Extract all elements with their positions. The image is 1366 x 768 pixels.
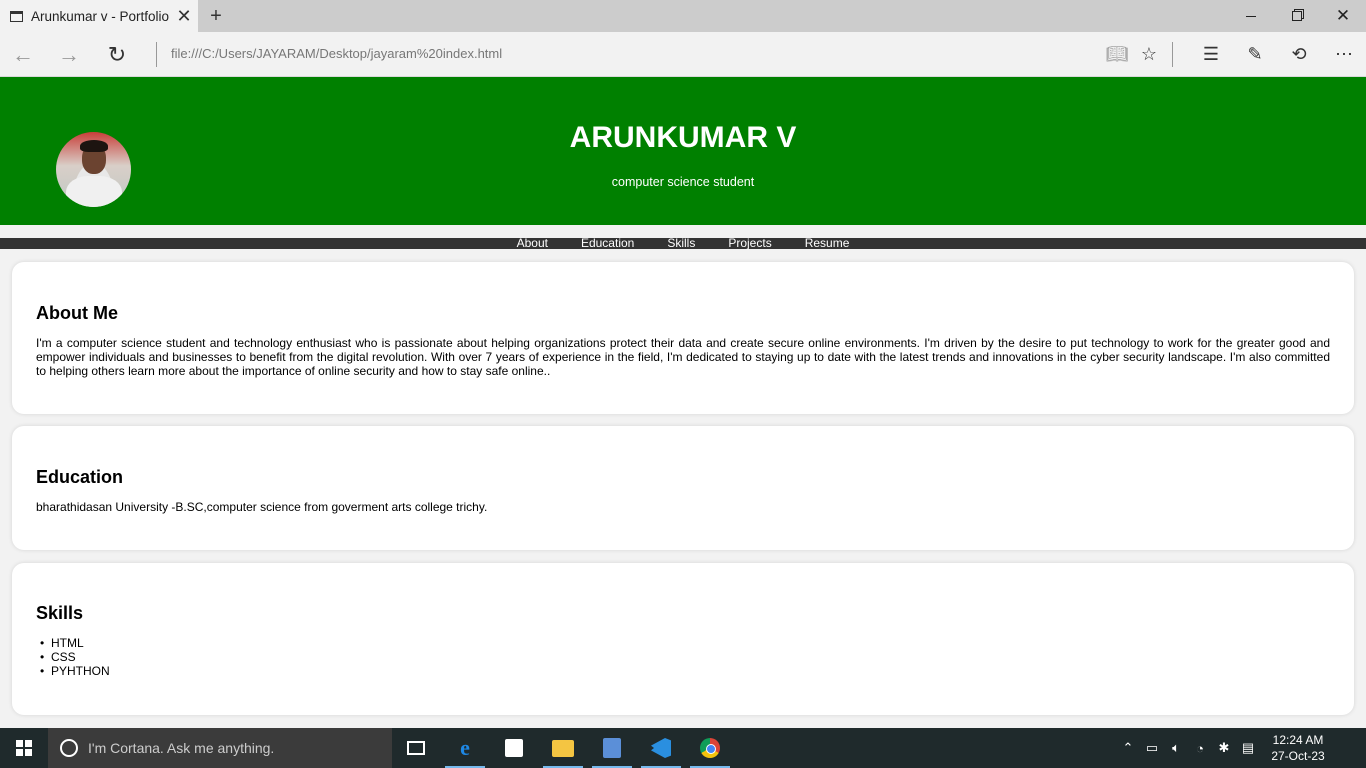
store-icon <box>505 739 523 757</box>
arrow-right-icon: → <box>58 41 80 67</box>
cortana-placeholder: I'm Cortana. Ask me anything. <box>88 740 275 756</box>
about-text: I'm a computer science student and techn… <box>36 336 1330 378</box>
edge-app[interactable]: e <box>441 728 489 768</box>
page-title: ARUNKUMAR V <box>569 121 797 154</box>
clock-date: 27-Oct-23 <box>1271 749 1325 763</box>
clock[interactable]: 12:24 AM 27-Oct-23 <box>1260 732 1336 764</box>
share-button[interactable]: ⟲ <box>1277 32 1321 77</box>
web-note-button[interactable]: ✎ <box>1233 32 1277 77</box>
chrome-app[interactable] <box>686 728 734 768</box>
hub-button[interactable]: ☰ <box>1189 32 1233 77</box>
task-view-button[interactable] <box>392 728 440 768</box>
star-icon: ☆ <box>1140 44 1158 64</box>
nav-resume[interactable]: Resume <box>788 236 866 250</box>
file-explorer-app[interactable] <box>539 728 587 768</box>
vscode-app[interactable] <box>637 728 685 768</box>
favorite-button[interactable]: ☆ <box>1127 32 1171 77</box>
share-icon: ⟲ <box>1291 44 1307 64</box>
divider <box>156 42 157 67</box>
restore-button[interactable] <box>1274 0 1320 32</box>
nav-skills[interactable]: Skills <box>651 236 712 250</box>
more-button[interactable]: ⋯ <box>1322 32 1366 77</box>
browser-tab-bar: Arunkumar v - Portfolio ✕ + ✕ <box>0 0 1366 32</box>
nav-about[interactable]: About <box>500 236 564 250</box>
book-icon: 📖︎ <box>1105 44 1129 64</box>
address-bar: ← → ↻ file:///C:/Users/JAYARAM/Desktop/j… <box>0 32 1366 77</box>
restore-icon <box>1292 11 1302 21</box>
chevron-up-icon[interactable]: ⌃ <box>1116 740 1140 756</box>
store-app[interactable] <box>490 728 538 768</box>
nav-links: About Education Skills Projects Resume <box>0 236 1366 250</box>
skills-heading: Skills <box>36 603 84 623</box>
new-tab-button[interactable]: + <box>200 0 232 32</box>
arrow-left-icon: ← <box>12 41 34 67</box>
cortana-search-box[interactable]: I'm Cortana. Ask me anything. <box>48 728 392 768</box>
url-field[interactable]: file:///C:/Users/JAYARAM/Desktop/jayaram… <box>171 46 502 61</box>
system-tray: ⌃ ▭ 🔈︎ ◔ ✱ ▤ 12:24 AM 27-Oct-23 <box>1116 728 1366 768</box>
edge-icon: e <box>460 735 470 760</box>
skills-list: HTML CSS PYHTHON <box>40 636 110 678</box>
pen-icon: ✎ <box>1247 44 1263 64</box>
forward-button[interactable]: → <box>46 32 92 77</box>
refresh-icon: ↻ <box>107 41 127 67</box>
list-item: PYHTHON <box>40 664 110 678</box>
keyboard-icon[interactable]: ✱ <box>1212 740 1236 756</box>
cortana-icon <box>60 739 78 757</box>
page-subtitle: computer science student <box>611 175 755 189</box>
tab-title: Arunkumar v - Portfolio <box>31 8 170 24</box>
taskbar: I'm Cortana. Ask me anything. e ⌃ ▭ 🔈︎ ◔… <box>0 728 1366 768</box>
wordpad-icon <box>603 738 621 758</box>
nav-projects[interactable]: Projects <box>712 236 788 250</box>
list-item: CSS <box>40 650 110 664</box>
clock-time: 12:24 AM <box>1272 733 1324 747</box>
minimize-button[interactable] <box>1228 0 1274 32</box>
wifi-icon[interactable]: ◔ <box>1188 741 1212 756</box>
divider <box>1172 42 1173 67</box>
more-icon: ⋯ <box>1335 44 1353 64</box>
folder-icon <box>552 739 574 757</box>
task-view-icon <box>407 741 425 755</box>
education-heading: Education <box>36 467 124 487</box>
vscode-icon <box>651 738 671 758</box>
education-section: Education bharathidasan University -B.SC… <box>12 426 1354 550</box>
close-tab-icon[interactable]: ✕ <box>170 6 198 27</box>
wordpad-app[interactable] <box>588 728 636 768</box>
refresh-button[interactable]: ↻ <box>94 32 140 77</box>
window-controls: ✕ <box>1228 0 1366 32</box>
education-text: bharathidasan University -B.SC,computer … <box>36 500 488 514</box>
action-center-icon[interactable]: ▤ <box>1236 740 1260 756</box>
close-icon: ✕ <box>1335 6 1351 25</box>
page-viewport: ARUNKUMAR V computer science student Abo… <box>0 77 1366 728</box>
start-button[interactable] <box>0 728 48 768</box>
about-section: About Me I'm a computer science student … <box>12 262 1354 414</box>
battery-icon[interactable]: ▭ <box>1140 740 1164 756</box>
close-window-button[interactable]: ✕ <box>1320 0 1366 32</box>
hub-icon: ☰ <box>1202 44 1220 64</box>
skills-section: Skills HTML CSS PYHTHON <box>12 563 1354 715</box>
windows-icon <box>16 740 32 756</box>
page-icon <box>10 10 23 22</box>
list-item: HTML <box>40 636 110 650</box>
browser-tab[interactable]: Arunkumar v - Portfolio ✕ <box>0 0 198 32</box>
volume-icon[interactable]: 🔈︎ <box>1164 740 1188 756</box>
nav-education[interactable]: Education <box>564 236 650 250</box>
chrome-icon <box>700 738 720 758</box>
header-banner: ARUNKUMAR V computer science student <box>0 77 1366 225</box>
minimize-icon <box>1246 15 1256 17</box>
about-heading: About Me <box>36 303 118 323</box>
back-button[interactable]: ← <box>0 32 46 77</box>
